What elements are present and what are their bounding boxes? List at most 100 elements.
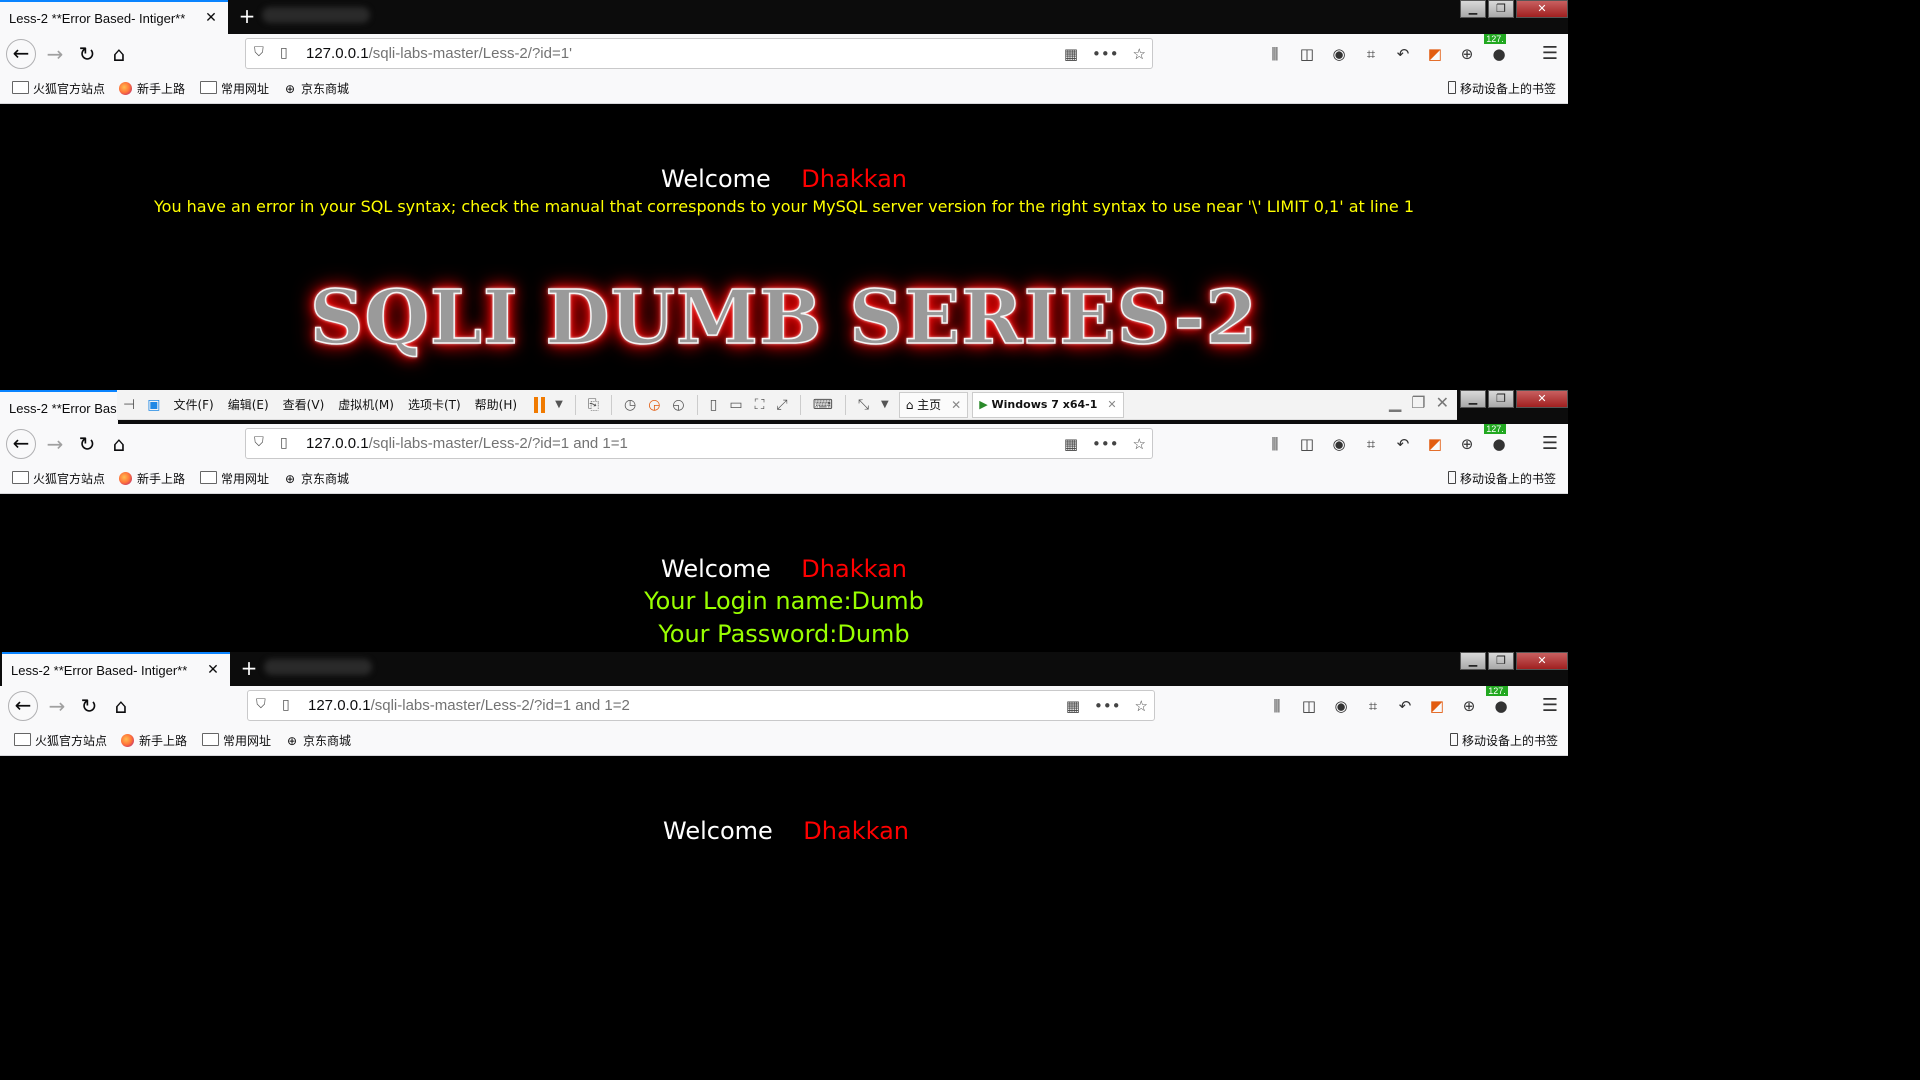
new-tab-icon[interactable]: + [236, 4, 258, 28]
restore-icon[interactable]: ❐ [1411, 393, 1425, 412]
reload-icon[interactable]: ↻ [72, 429, 102, 459]
forward-icon[interactable]: → [42, 691, 72, 721]
browser-tab[interactable]: Less-2 **Error Base [0, 390, 118, 424]
bookmark-item[interactable]: ⊕ 京东商城 [284, 732, 351, 750]
account-icon[interactable]: ◉ [1330, 43, 1348, 65]
fullscreen-icon[interactable]: ⛶ [755, 397, 765, 413]
extension-badge[interactable]: ● 127. [1484, 34, 1508, 65]
close-icon[interactable]: ✕ [1436, 393, 1449, 412]
screenshot-icon[interactable]: ⌗ [1362, 433, 1380, 455]
page-icon[interactable]: ▯ [280, 434, 288, 452]
menu-icon[interactable]: ☰ [1542, 433, 1558, 454]
extension-badge[interactable]: ● 127. [1486, 686, 1510, 717]
extension-icon[interactable]: ◩ [1426, 43, 1444, 65]
send-keys-icon[interactable]: ⎘ [588, 397, 599, 413]
reload-icon[interactable]: ↻ [72, 39, 102, 69]
account-icon[interactable]: ◉ [1332, 695, 1350, 717]
library-icon[interactable]: ⫼ [1268, 695, 1286, 717]
bookmark-item[interactable]: 火狐官方站点 [14, 732, 107, 750]
account-icon[interactable]: ◉ [1330, 433, 1348, 455]
qr-icon[interactable]: ▦ [1066, 695, 1080, 717]
unity-icon[interactable]: ⤢ [776, 397, 787, 413]
extension-icon[interactable]: ◩ [1428, 695, 1446, 717]
back-icon[interactable]: ← [8, 691, 38, 721]
vm-tab-machine[interactable]: ▶ Windows 7 x64-1 ✕ [972, 391, 1124, 418]
more-icon[interactable]: ••• [1092, 43, 1119, 65]
forward-icon[interactable]: → [40, 39, 70, 69]
snapshot-icon[interactable]: ◷ [624, 397, 636, 413]
undo-icon[interactable]: ↶ [1394, 433, 1412, 455]
url-text[interactable]: 127.0.0.1/sqli-labs-master/Less-2/?id=1' [306, 44, 572, 64]
thumbnail-view-icon[interactable]: ▭ [729, 397, 742, 413]
back-icon[interactable]: ← [6, 39, 36, 69]
extension-icon[interactable]: ◩ [1426, 433, 1444, 455]
bookmark-item[interactable]: 常用网址 [202, 732, 271, 750]
qr-icon[interactable]: ▦ [1064, 433, 1078, 455]
home-icon[interactable]: ⌂ [106, 691, 136, 721]
url-text[interactable]: 127.0.0.1/sqli-labs-master/Less-2/?id=1 … [308, 696, 630, 716]
mobile-bookmarks[interactable]: 移动设备上的书签 [1447, 80, 1556, 98]
browser-tab[interactable]: Less-2 **Error Based- Intiger** ✕ [0, 0, 228, 34]
url-bar[interactable]: ⛉ ▯ 127.0.0.1/sqli-labs-master/Less-2/?i… [245, 38, 1153, 69]
more-icon[interactable]: ••• [1094, 695, 1121, 717]
close-button[interactable]: ✕ [1516, 390, 1568, 408]
new-tab-icon[interactable]: + [238, 656, 260, 680]
screenshot-icon[interactable]: ⌗ [1362, 43, 1380, 65]
star-icon[interactable]: ☆ [1135, 695, 1148, 717]
bookmark-item[interactable]: 常用网址 [200, 470, 269, 488]
bookmark-item[interactable]: 新手上路 [119, 470, 185, 488]
restore-button[interactable]: ❐ [1488, 390, 1514, 408]
vm-menu-view[interactable]: 查看(V) [283, 396, 325, 413]
library-icon[interactable]: ⫼ [1266, 433, 1284, 455]
tab-close-icon[interactable]: ✕ [202, 662, 224, 678]
minimize-button[interactable]: ▁ [1460, 0, 1486, 18]
sidebar-icon[interactable]: ◫ [1298, 43, 1316, 65]
minimize-button[interactable]: ▁ [1460, 390, 1486, 408]
bookmark-item[interactable]: 新手上路 [121, 732, 187, 750]
browser-tab[interactable]: Less-2 **Error Based- Intiger** ✕ [2, 652, 230, 686]
vm-menu-help[interactable]: 帮助(H) [475, 396, 517, 413]
restore-button[interactable]: ❐ [1488, 652, 1514, 670]
library-view-icon[interactable]: ▯ [710, 397, 718, 413]
stretch-icon[interactable]: ⤡ [858, 397, 869, 413]
vm-menu-tabs[interactable]: 选项卡(T) [408, 396, 461, 413]
shield-icon[interactable]: ⛉ [256, 696, 272, 714]
star-icon[interactable]: ☆ [1133, 433, 1146, 455]
vmware-icon[interactable]: ▣ [147, 397, 160, 413]
page-icon[interactable]: ▯ [280, 44, 288, 62]
star-icon[interactable]: ☆ [1133, 43, 1146, 65]
bookmark-item[interactable]: 新手上路 [119, 80, 185, 98]
bookmark-item[interactable]: ⊕ 京东商城 [282, 470, 349, 488]
tab-close-icon[interactable]: ✕ [200, 10, 222, 26]
snapshot-manager-icon[interactable]: ◵ [672, 397, 684, 413]
mobile-bookmarks[interactable]: 移动设备上的书签 [1447, 470, 1556, 488]
url-bar[interactable]: ⛉ ▯ 127.0.0.1/sqli-labs-master/Less-2/?i… [247, 690, 1155, 721]
close-button[interactable]: ✕ [1516, 652, 1568, 670]
vm-menu-vm[interactable]: 虚拟机(M) [338, 396, 394, 413]
url-text[interactable]: 127.0.0.1/sqli-labs-master/Less-2/?id=1 … [306, 434, 628, 454]
globe-icon[interactable]: ⊕ [1460, 695, 1478, 717]
undo-icon[interactable]: ↶ [1394, 43, 1412, 65]
bookmark-item[interactable]: 火狐官方站点 [12, 470, 105, 488]
mobile-bookmarks[interactable]: 移动设备上的书签 [1449, 732, 1558, 750]
extension-badge[interactable]: ● 127. [1484, 424, 1508, 455]
more-icon[interactable]: ••• [1092, 433, 1119, 455]
vm-tab-home[interactable]: ⌂ 主页 ✕ [898, 391, 969, 418]
page-icon[interactable]: ▯ [282, 696, 290, 714]
menu-icon[interactable]: ☰ [1542, 43, 1558, 64]
dropdown-icon[interactable]: ▼ [881, 399, 889, 410]
qr-icon[interactable]: ▦ [1064, 43, 1078, 65]
home-icon[interactable]: ⌂ [104, 39, 134, 69]
shield-icon[interactable]: ⛉ [254, 44, 270, 62]
pin-icon[interactable]: ⊣ [123, 397, 135, 413]
home-icon[interactable]: ⌂ [104, 429, 134, 459]
console-icon[interactable]: ⌨ [813, 397, 833, 413]
sidebar-icon[interactable]: ◫ [1298, 433, 1316, 455]
menu-icon[interactable]: ☰ [1542, 695, 1558, 716]
url-bar[interactable]: ⛉ ▯ 127.0.0.1/sqli-labs-master/Less-2/?i… [245, 428, 1153, 459]
reload-icon[interactable]: ↻ [74, 691, 104, 721]
globe-icon[interactable]: ⊕ [1458, 433, 1476, 455]
close-icon[interactable]: ✕ [1107, 398, 1116, 411]
revert-snapshot-icon[interactable]: ◶ [648, 397, 660, 413]
forward-icon[interactable]: → [40, 429, 70, 459]
